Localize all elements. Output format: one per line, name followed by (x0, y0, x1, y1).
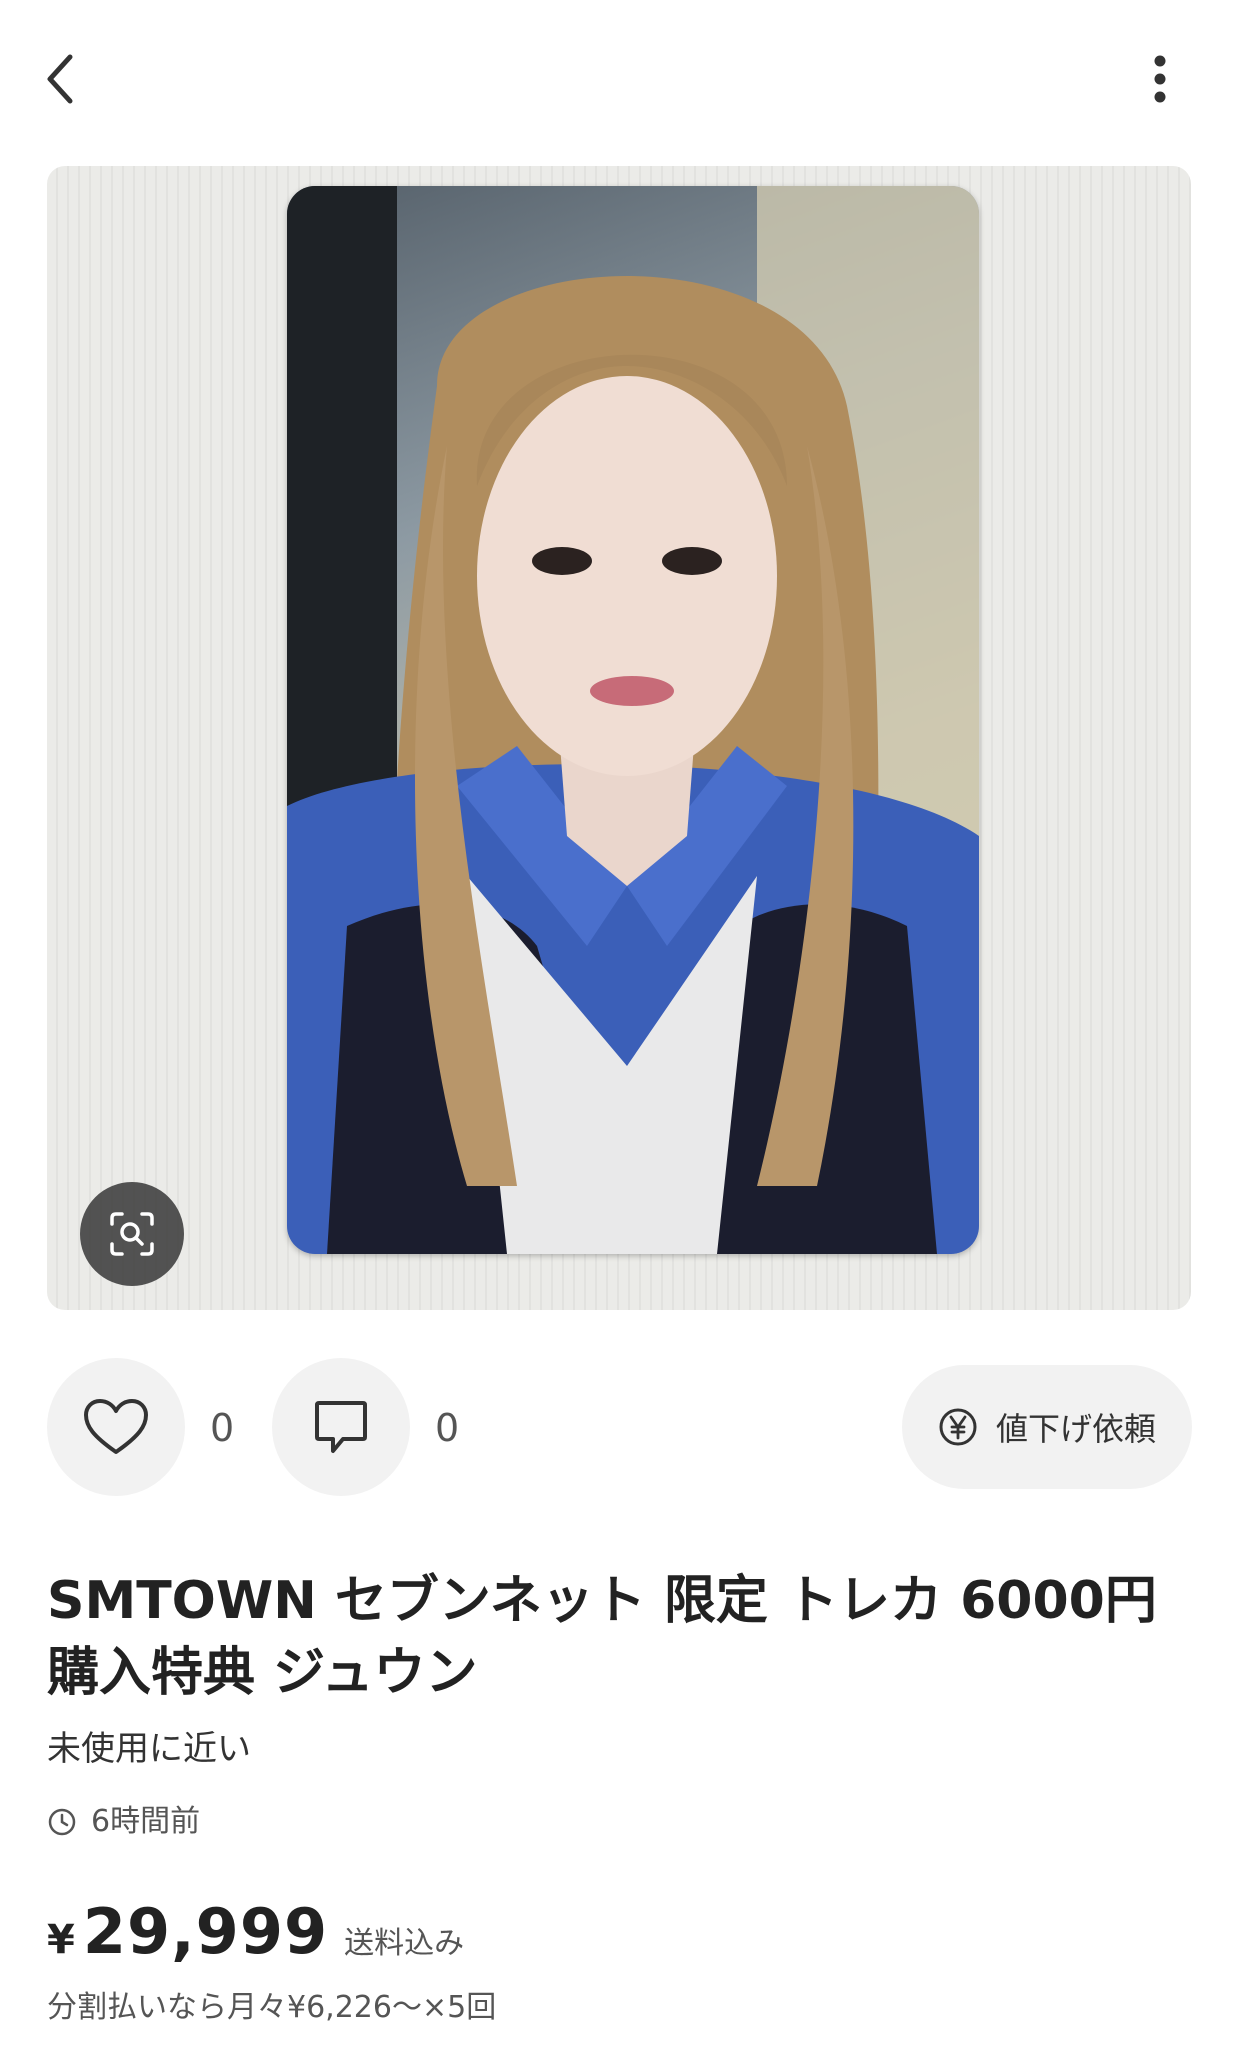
product-photo[interactable] (47, 166, 1191, 1310)
image-search-button[interactable] (80, 1182, 184, 1286)
image-search-icon (110, 1212, 154, 1256)
like-button[interactable] (47, 1358, 185, 1496)
yen-circle-icon (939, 1408, 977, 1446)
comment-count: 0 (435, 1406, 460, 1450)
price-row: ¥ 29,999 送料込み (47, 1895, 464, 1968)
price-currency: ¥ (47, 1917, 75, 1963)
top-bar (0, 0, 1238, 160)
shipping-included-label: 送料込み (344, 1926, 465, 1961)
back-button[interactable] (30, 40, 90, 118)
posted-time: 6時間前 (47, 1800, 200, 1844)
photocard-image (287, 186, 979, 1254)
price-offer-button[interactable]: 値下げ依頼 (902, 1365, 1192, 1489)
clock-icon (48, 1808, 76, 1836)
comment-button[interactable] (272, 1358, 410, 1496)
like-count: 0 (210, 1406, 235, 1450)
price-offer-label: 値下げ依頼 (995, 1410, 1156, 1448)
item-title: SMTOWN セブンネット 限定 トレカ 6000円 購入特典 ジュウン (47, 1571, 1157, 1703)
installment-info[interactable]: 分割払いなら月々¥6,226〜×5回 (47, 1986, 496, 2030)
posted-time-text: 6時間前 (91, 1804, 201, 1839)
chevron-left-icon (47, 54, 73, 104)
more-options-button[interactable] (1130, 40, 1190, 118)
comment-icon (315, 1401, 367, 1453)
price-value: 29,999 (82, 1895, 329, 1968)
more-vertical-icon (1154, 55, 1166, 103)
heart-icon (84, 1399, 148, 1454)
item-condition: 未使用に近い (47, 1729, 251, 1769)
